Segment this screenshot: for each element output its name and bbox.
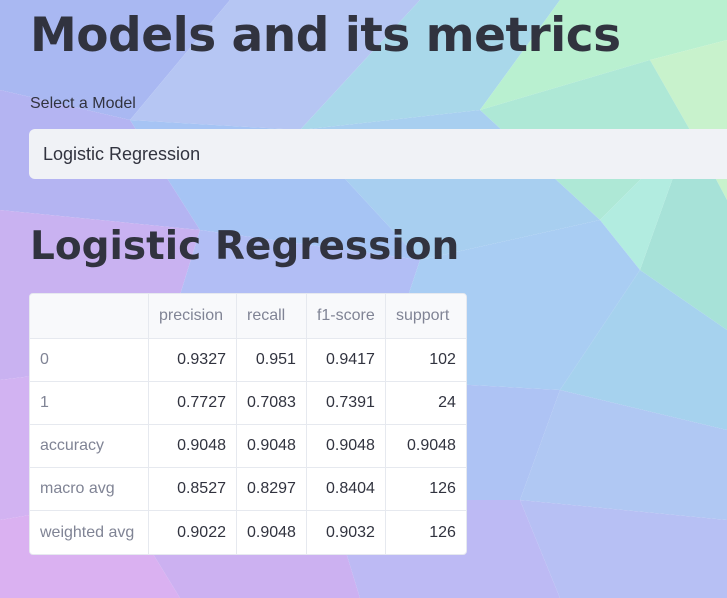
table-row: 1 0.7727 0.7083 0.7391 24 — [30, 382, 466, 425]
row-label: weighted avg — [30, 511, 149, 554]
column-header-index — [30, 294, 149, 339]
recall-cell: 0.9048 — [237, 425, 307, 468]
column-header-support[interactable]: support — [385, 294, 466, 339]
column-header-f1-score[interactable]: f1-score — [306, 294, 386, 339]
precision-cell: 0.8527 — [149, 468, 237, 511]
precision-cell: 0.9022 — [149, 511, 237, 554]
model-select-value: Logistic Regression — [43, 144, 201, 164]
page-title: Models and its metrics — [30, 8, 621, 63]
table-row: 0 0.9327 0.951 0.9417 102 — [30, 339, 466, 382]
f1-score-cell: 0.7391 — [306, 382, 386, 425]
f1-score-cell: 0.9048 — [306, 425, 386, 468]
table-row: accuracy 0.9048 0.9048 0.9048 0.9048 — [30, 425, 466, 468]
section-title: Logistic Regression — [30, 224, 460, 269]
table-row: macro avg 0.8527 0.8297 0.8404 126 — [30, 468, 466, 511]
f1-score-cell: 0.9032 — [307, 511, 386, 554]
precision-cell: 0.9327 — [149, 339, 237, 382]
support-cell: 0.9048 — [385, 425, 466, 468]
support-cell: 126 — [429, 523, 456, 541]
recall-cell: 0.7083 — [237, 382, 307, 425]
column-header-recall[interactable]: recall — [237, 294, 307, 339]
precision-cell: 0.7727 — [149, 382, 237, 425]
support-cell: 102 — [385, 339, 466, 382]
model-select[interactable]: Logistic Regression — [29, 129, 727, 179]
table-row: weighted avg 0.9022 0.9048 0.9032 126 — [30, 511, 466, 554]
row-label: 1 — [30, 382, 149, 425]
recall-cell: 0.8297 — [237, 468, 307, 511]
metrics-table: precision recall f1-score support 0 0.93… — [29, 293, 467, 555]
row-label: macro avg — [30, 468, 149, 511]
row-label: 0 — [30, 339, 149, 382]
f1-score-cell: 0.8404 — [306, 468, 386, 511]
support-cell: 126 — [385, 468, 466, 511]
row-label: accuracy — [30, 425, 149, 468]
recall-cell: 0.9048 — [237, 511, 307, 554]
table-header-row: precision recall f1-score support — [30, 294, 466, 339]
precision-cell: 0.9048 — [149, 425, 237, 468]
model-select-label: Select a Model — [30, 95, 136, 112]
column-header-precision[interactable]: precision — [149, 294, 237, 339]
f1-score-cell: 0.9417 — [306, 339, 386, 382]
support-cell: 24 — [385, 382, 466, 425]
recall-cell: 0.951 — [237, 339, 307, 382]
